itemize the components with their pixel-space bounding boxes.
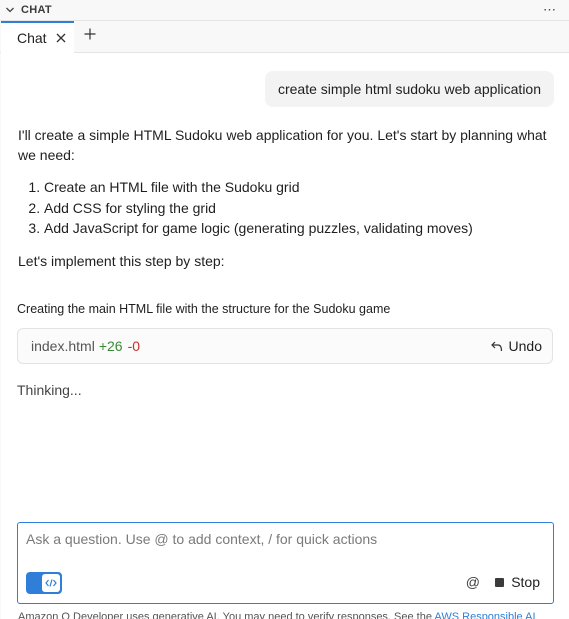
tab-chat[interactable]: Chat [1,21,74,53]
responsible-ai-link[interactable]: AWS Responsible AI [434,611,535,619]
assistant-outro: Let's implement this step by step: [18,252,225,269]
file-name[interactable]: index.html [31,338,95,354]
chevron-down-icon[interactable] [5,5,15,15]
chat-section-header[interactable]: CHAT ⋯ [0,0,569,21]
undo-icon [490,341,502,352]
assistant-message: I'll create a simple HTML Sudoku web app… [18,125,548,271]
chat-input[interactable] [26,529,541,549]
undo-button[interactable]: Undo [490,338,542,354]
disclaimer: Amazon Q Developer uses generative AI. Y… [18,611,569,619]
chat-panel: CHAT ⋯ Chat create simple html sudoku we… [0,0,569,619]
list-item: Create an HTML file with the Sudoku grid [44,177,548,198]
add-tab-icon[interactable] [83,27,97,41]
steps-list: Create an HTML file with the Sudoku grid… [18,177,548,239]
stop-icon [495,577,505,587]
mention-button[interactable]: @ [466,574,480,590]
tab-label: Chat [17,30,47,46]
list-item: Add CSS for styling the grid [44,198,548,219]
deletions-count: -0 [127,338,141,354]
assistant-intro: I'll create a simple HTML Sudoku web app… [18,127,547,163]
status-text: Thinking... [17,382,82,398]
list-item: Add JavaScript for game logic (generatin… [44,218,548,239]
file-change-card[interactable]: index.html +26 -0 Undo [17,328,553,364]
conversation-area: create simple html sudoku web applicatio… [1,53,569,619]
close-icon[interactable] [55,32,67,44]
undo-label: Undo [508,338,542,354]
stop-button[interactable]: Stop [495,574,540,590]
action-description: Creating the main HTML file with the str… [17,302,391,316]
section-title: CHAT [21,4,52,16]
code-icon [42,574,60,592]
additions-count: +26 [98,338,123,354]
chat-input-box[interactable]: @ Stop [17,522,554,604]
stop-label: Stop [511,574,540,590]
tab-bar: Chat [0,21,569,53]
disclaimer-text: Amazon Q Developer uses generative AI. Y… [18,611,435,619]
code-toggle[interactable] [26,572,62,594]
more-icon[interactable]: ⋯ [543,2,557,18]
user-message: create simple html sudoku web applicatio… [264,71,554,107]
